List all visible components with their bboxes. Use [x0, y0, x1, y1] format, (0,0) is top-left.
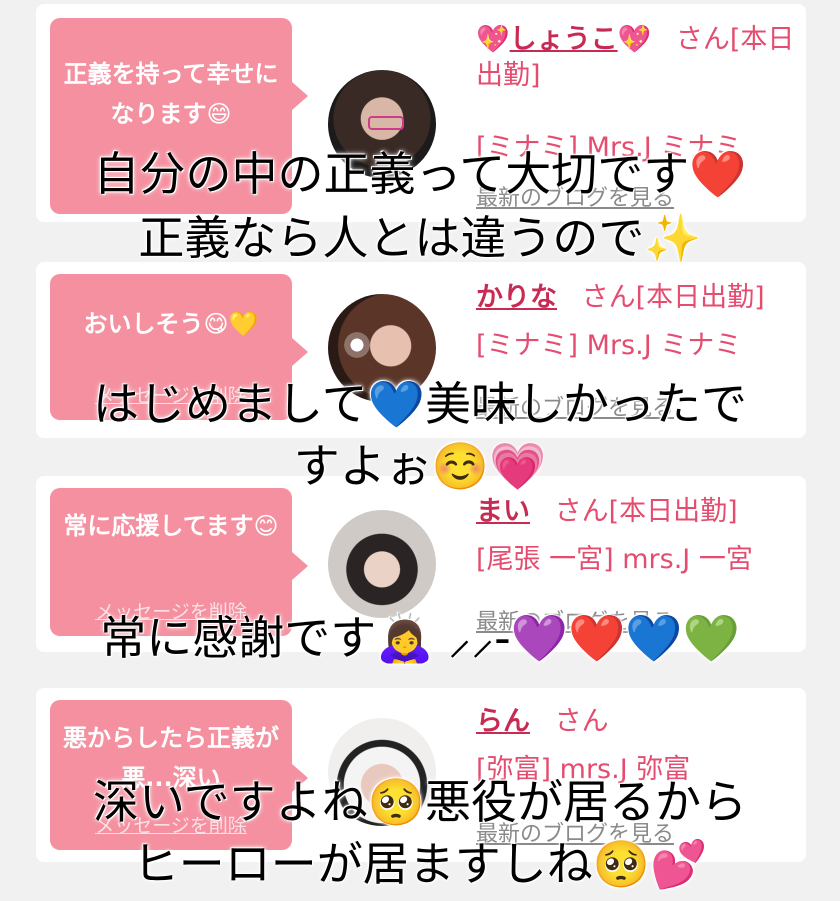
- sparkle-icon: [342, 330, 372, 360]
- shop-name: [尾張 一宮] mrs.J 一宮: [476, 544, 753, 575]
- message-text: おいしそう😋💛: [83, 310, 259, 338]
- overlay-caption-line: 正義なら人とは違うので✨: [138, 211, 702, 265]
- shop-name: [ミナミ] Mrs.J ミナミ: [476, 330, 742, 361]
- cast-name-link[interactable]: まい: [476, 496, 530, 527]
- cast-status: さん: [554, 706, 609, 737]
- cast-info: かりな さん[本日出勤] [ミナミ] Mrs.J ミナミ: [476, 280, 796, 364]
- message-text: 正義を持って幸せになります😄: [63, 60, 279, 128]
- heart-icon: 💖: [476, 24, 510, 55]
- cast-name-link[interactable]: しょうこ: [510, 24, 618, 55]
- cast-name-link[interactable]: らん: [476, 706, 530, 737]
- cast-status: さん[本日出勤]: [554, 496, 738, 527]
- glasses-icon: [368, 116, 404, 130]
- overlay-caption-line: はじめまして💙美味しかったで: [93, 377, 747, 431]
- cast-info: まい さん[本日出勤] [尾張 一宮] mrs.J 一宮: [476, 494, 796, 578]
- overlay-caption-line: 深いですよね🥺悪役が居るから: [93, 775, 747, 829]
- overlay-caption-line: すよぉ☺️💗: [293, 439, 547, 493]
- cast-info: 💖しょうこ💖 さん[本日出勤] [ミナミ] Mrs.J ミナミ: [476, 22, 796, 166]
- cast-name-link[interactable]: かりな: [476, 282, 557, 313]
- overlay-caption-line: ヒーローが居ますしね🥺💕: [132, 837, 708, 891]
- avatar[interactable]: [328, 510, 436, 618]
- overlay-caption-line: 自分の中の正義って大切です❤️: [93, 147, 747, 201]
- heart-icon: 💖: [617, 24, 652, 55]
- overlay-caption-line: 常に感謝です🙇‍♀️ ⸝⸝-💜❤️💙💚: [100, 611, 740, 665]
- message-text: 常に応援してます😊: [63, 512, 279, 540]
- cast-status: さん[本日出勤]: [581, 282, 765, 313]
